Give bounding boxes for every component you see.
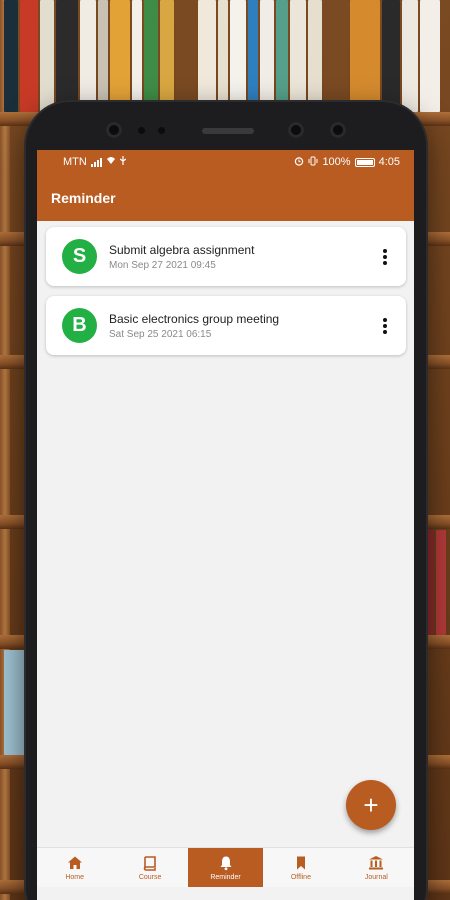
clock: 4:05	[378, 156, 400, 168]
shelf-books	[0, 0, 450, 112]
reminder-title: Submit algebra assignment	[109, 242, 255, 257]
home-icon	[67, 856, 82, 869]
reminder-card[interactable]: B Basic electronics group meeting Sat Se…	[46, 296, 406, 355]
reminder-card[interactable]: S Submit algebra assignment Mon Sep 27 2…	[46, 227, 406, 286]
nav-item-offline[interactable]: Offline	[263, 848, 338, 887]
add-reminder-button[interactable]: +	[346, 780, 396, 830]
app-bar: Reminder	[37, 174, 414, 221]
usb-icon	[119, 156, 127, 168]
bell-icon	[220, 856, 232, 870]
carrier-label: MTN	[63, 156, 87, 168]
nav-label: Reminder	[210, 873, 241, 881]
battery-icon	[354, 157, 375, 167]
nav-label: Journal	[364, 873, 388, 881]
nav-item-journal[interactable]: Journal	[339, 848, 414, 887]
nav-label: Course	[138, 873, 162, 881]
nav-label: Home	[65, 873, 85, 881]
wifi-icon	[106, 156, 116, 168]
earpiece-speaker	[202, 128, 254, 134]
system-nav-bar	[37, 887, 414, 900]
signal-icon	[90, 157, 102, 167]
page-title: Reminder	[51, 189, 116, 206]
book-icon	[143, 855, 156, 871]
nav-item-course[interactable]: Course	[112, 848, 187, 887]
camera-icon	[330, 122, 346, 138]
vibrate-icon	[308, 156, 318, 169]
sensor-dot	[138, 127, 145, 134]
alarm-icon	[294, 156, 304, 169]
app-screen: MTN 100% 4:05 Reminder S Submit algebra …	[37, 150, 414, 900]
camera-icon	[288, 122, 304, 138]
reminder-avatar: S	[62, 239, 97, 274]
more-vert-icon[interactable]	[378, 247, 392, 267]
nav-label: Offline	[290, 873, 311, 881]
camera-icon	[106, 122, 122, 138]
library-icon	[369, 855, 384, 869]
more-vert-icon[interactable]	[378, 316, 392, 336]
sensor-dot	[158, 127, 165, 134]
bottom-navigation: Home Course Reminder Offline Journal	[37, 847, 414, 887]
nav-item-home[interactable]: Home	[37, 848, 112, 887]
reminder-date: Sat Sep 25 2021 06:15	[109, 328, 212, 340]
nav-item-reminder[interactable]: Reminder	[187, 848, 264, 887]
battery-percent: 100%	[322, 156, 351, 168]
reminder-title: Basic electronics group meeting	[109, 311, 280, 326]
reminder-date: Mon Sep 27 2021 09:45	[109, 259, 216, 271]
reminder-list: S Submit algebra assignment Mon Sep 27 2…	[37, 221, 414, 355]
reminder-avatar: B	[62, 308, 97, 343]
bookmark-icon	[296, 856, 305, 869]
status-bar: MTN 100% 4:05	[37, 150, 414, 174]
